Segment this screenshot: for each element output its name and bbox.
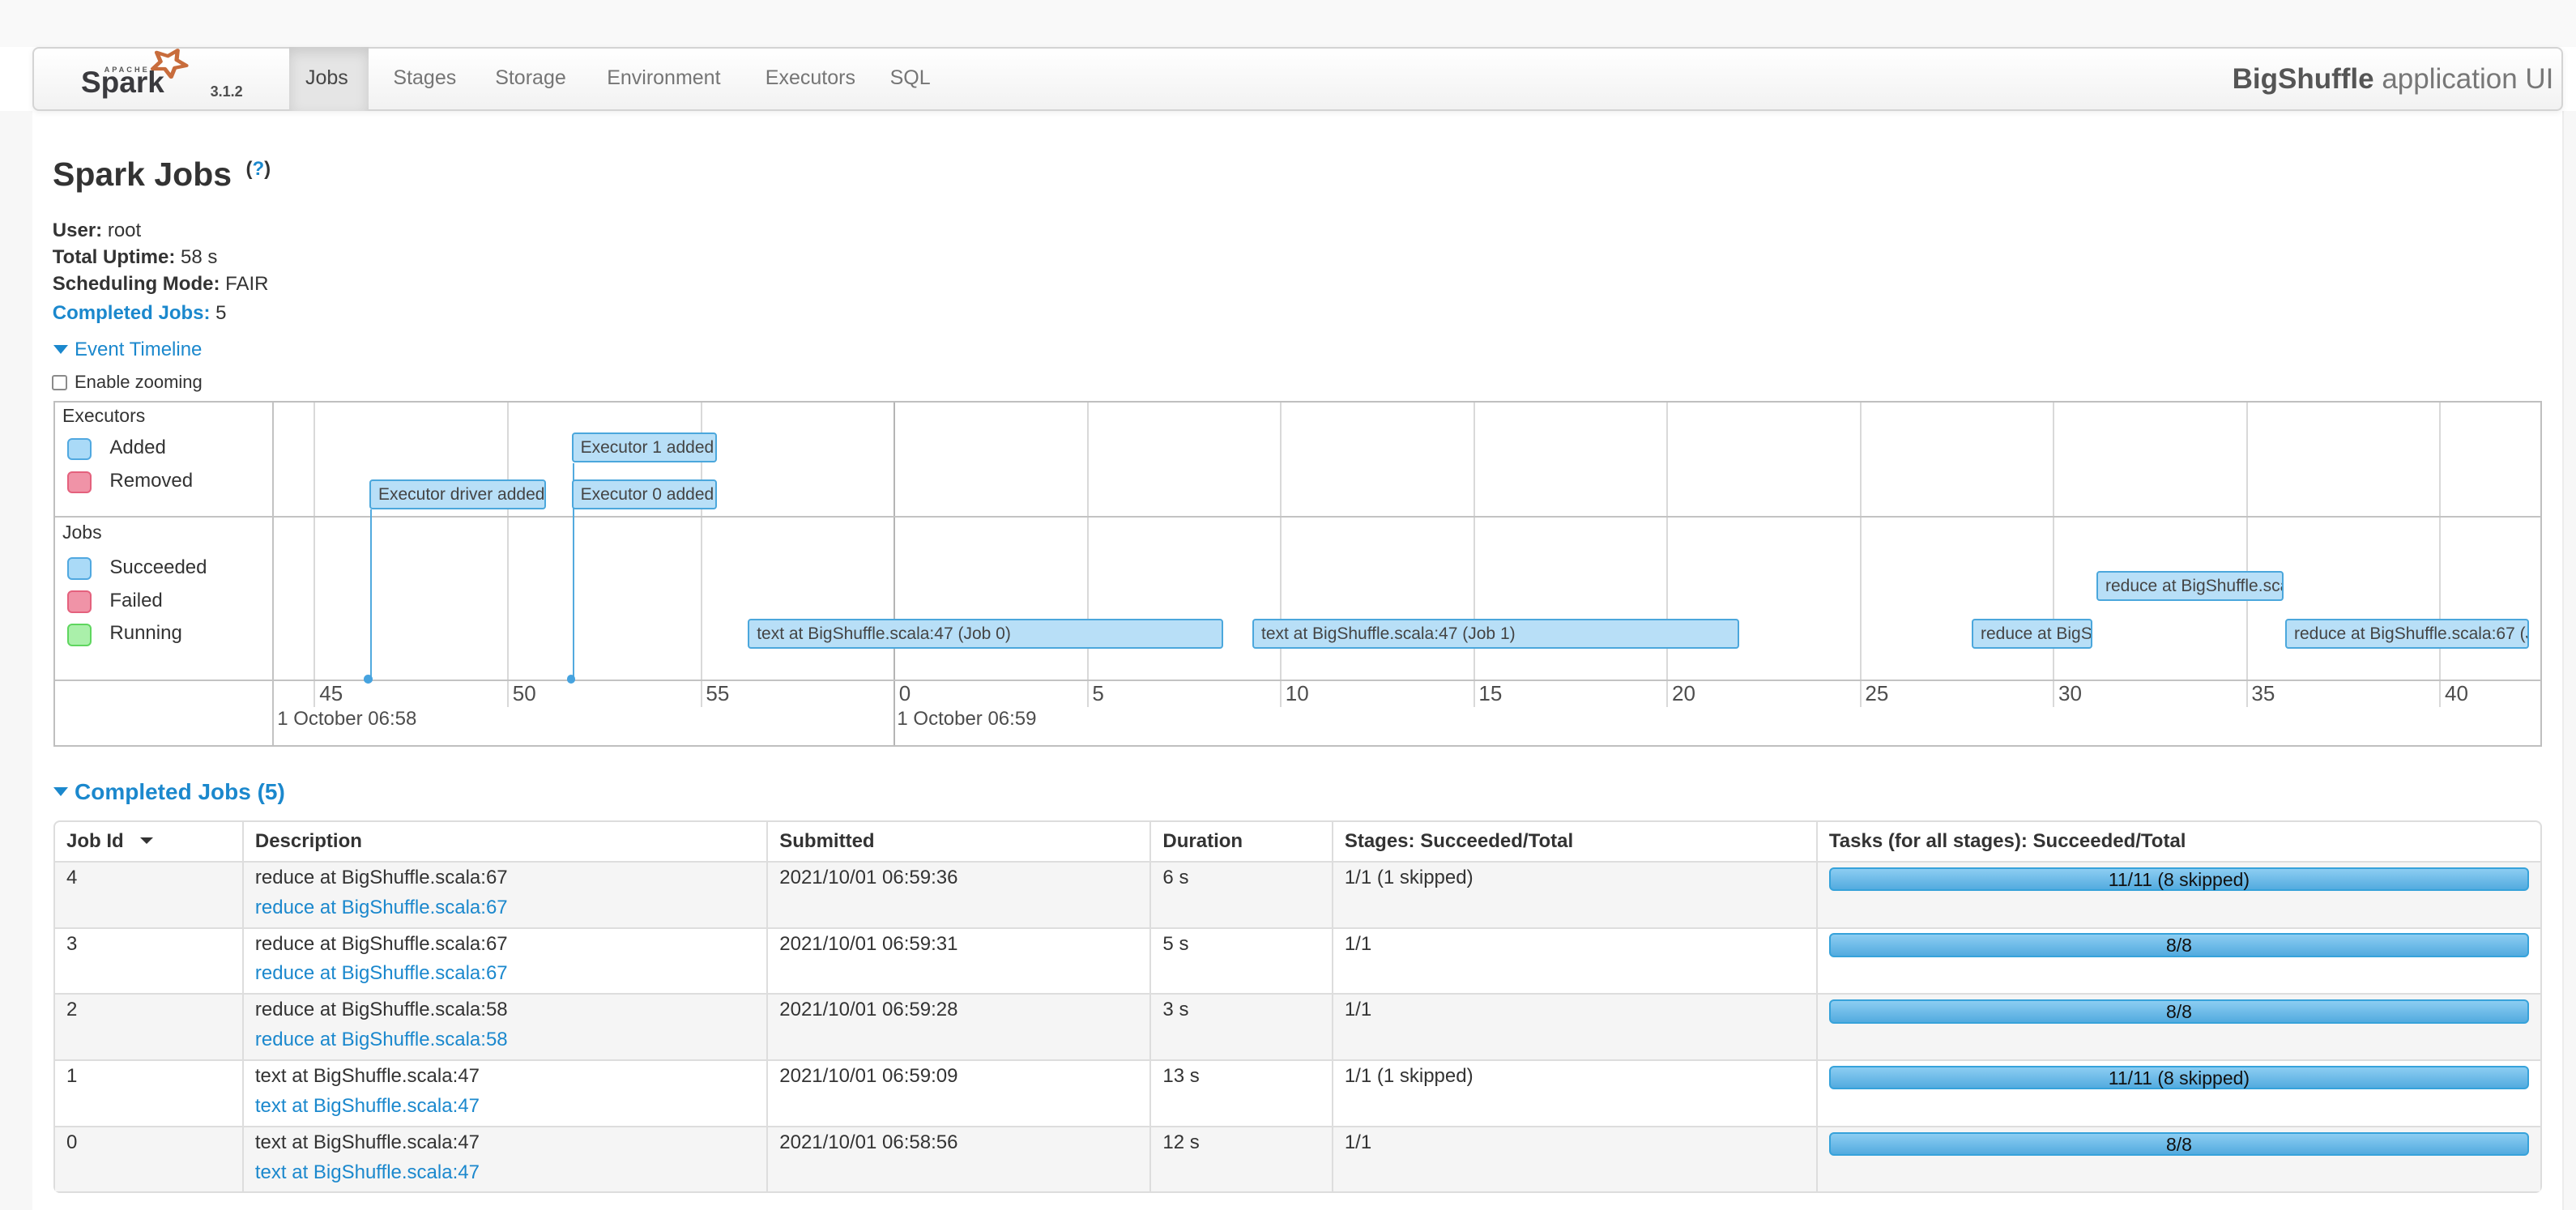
svg-text:APACHE: APACHE: [104, 66, 150, 74]
